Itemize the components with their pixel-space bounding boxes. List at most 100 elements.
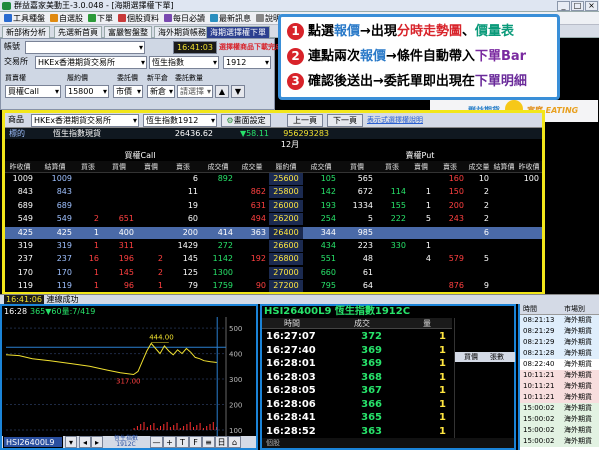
quote-cell[interactable]: 119	[5, 280, 33, 292]
quote-cell[interactable]: 48	[339, 253, 373, 265]
quote-cell[interactable]	[517, 267, 539, 279]
quote-cell[interactable]	[102, 200, 134, 212]
strike-price[interactable]: 25800	[269, 186, 303, 199]
quote-cell[interactable]: 344	[304, 227, 336, 239]
zoom-in-button[interactable]: +	[163, 436, 176, 448]
tick-mode-button[interactable]: T	[176, 436, 189, 448]
order-list-row[interactable]: 15:00:02 海外期貨	[520, 414, 599, 425]
quote-cell[interactable]: 311	[102, 240, 134, 252]
quote-cell[interactable]	[201, 200, 233, 212]
strike-price[interactable]: 26200	[269, 213, 303, 226]
order-list-row[interactable]: 08:21:13 海外期貨	[520, 315, 599, 326]
tick-row[interactable]: 16:28:03 368 1	[262, 371, 452, 384]
order-list-row[interactable]: 10:11:21 海外期貨	[520, 381, 599, 392]
strike-price[interactable]: 26400	[269, 226, 303, 239]
quote-cell[interactable]: 892	[201, 173, 233, 185]
quote-cell[interactable]: 200	[166, 227, 198, 239]
quote-cell[interactable]: 5	[467, 253, 489, 265]
quote-cell[interactable]: 2	[467, 200, 489, 212]
quote-row[interactable]: 549 549 2 651 60 494 26200 254 5 222 5 243 2	[5, 213, 542, 226]
order-list-row[interactable]: 08:21:29 海外期貨	[520, 326, 599, 337]
quote-cell[interactable]	[492, 200, 514, 212]
quote-cell[interactable]: 2	[137, 267, 163, 279]
order-list-row[interactable]: 10:11:21 海外期貨	[520, 392, 599, 403]
quote-cell[interactable]	[492, 213, 514, 225]
qty-select[interactable]: 請選擇	[177, 85, 213, 98]
quote-cell[interactable]	[102, 173, 134, 185]
tick-row[interactable]: 16:28:01 369 1	[262, 357, 452, 370]
home-button[interactable]: ⌂	[228, 436, 241, 448]
quote-cell[interactable]: 200	[434, 200, 464, 212]
quote-cell[interactable]: 1142	[201, 253, 233, 265]
quote-exchange-select[interactable]: HKEx香港期貨交易所	[31, 114, 139, 127]
tick-row[interactable]: 16:27:40 369 1	[262, 344, 452, 357]
quote-cell[interactable]: 551	[304, 253, 336, 265]
quote-cell[interactable]: 254	[304, 213, 336, 225]
symbol-dropdown[interactable]: ▾	[65, 436, 77, 448]
quote-cell[interactable]: 170	[5, 267, 33, 279]
product-select[interactable]: 恆生指數	[149, 56, 219, 69]
quote-cell[interactable]	[434, 240, 464, 252]
quote-cell[interactable]: 651	[102, 213, 134, 225]
quote-cell[interactable]: 876	[434, 280, 464, 292]
quote-row[interactable]: 119 119 1 96 1 79 1759 90 27200 795 64 876 9	[5, 280, 542, 293]
quote-cell[interactable]: 565	[339, 173, 373, 185]
quote-cell[interactable]: 1	[75, 240, 99, 252]
quote-cell[interactable]: 549	[36, 213, 72, 225]
next-symbol-button[interactable]: ▸	[91, 436, 103, 448]
quote-cell[interactable]: 363	[236, 227, 266, 239]
quote-cell[interactable]: 1759	[201, 280, 233, 292]
quote-cell[interactable]	[517, 200, 539, 212]
quote-cell[interactable]	[376, 227, 406, 239]
tick-row[interactable]: 16:28:05 367 1	[262, 384, 452, 397]
strike-price[interactable]: 25600	[269, 173, 303, 185]
quote-cell[interactable]: 330	[376, 240, 406, 252]
quote-cell[interactable]: 843	[5, 186, 33, 198]
quote-cell[interactable]	[201, 213, 233, 225]
quote-cell[interactable]: 9	[467, 280, 489, 292]
menu-item-2[interactable]: 下單	[86, 12, 115, 25]
quote-cell[interactable]	[376, 267, 406, 279]
quote-cell[interactable]: 400	[102, 227, 134, 239]
quote-cell[interactable]	[517, 186, 539, 198]
exchange-select[interactable]: HKEx香港期貨交易所	[35, 56, 147, 69]
quote-cell[interactable]: 196	[102, 253, 134, 265]
quote-cell[interactable]: 193	[304, 200, 336, 212]
order-list-row[interactable]: 08:21:29 海外期貨	[520, 337, 599, 348]
quote-cell[interactable]	[236, 240, 266, 252]
quote-cell[interactable]: 843	[36, 186, 72, 198]
quote-cell[interactable]: 4	[409, 253, 431, 265]
quote-cell[interactable]	[75, 173, 99, 185]
quote-cell[interactable]: 2	[467, 186, 489, 198]
quote-cell[interactable]	[492, 267, 514, 279]
tab-options-order[interactable]: 海期選擇權下單	[206, 26, 270, 38]
quote-cell[interactable]	[517, 240, 539, 252]
options-help-link[interactable]: 表示式選擇權說明	[367, 114, 423, 126]
quote-cell[interactable]: 434	[304, 240, 336, 252]
quote-cell[interactable]: 145	[102, 267, 134, 279]
quote-cell[interactable]: 237	[36, 253, 72, 265]
quote-cell[interactable]: 64	[339, 280, 373, 292]
quote-cell[interactable]	[376, 253, 406, 265]
quote-cell[interactable]	[409, 173, 431, 185]
tick-row[interactable]: 16:28:52 363 1	[262, 425, 452, 438]
quote-cell[interactable]	[434, 227, 464, 239]
quote-cell[interactable]: 192	[236, 253, 266, 265]
quote-cell[interactable]: 1009	[36, 173, 72, 185]
quote-cell[interactable]: 319	[36, 240, 72, 252]
strike-select[interactable]: 15800	[65, 85, 109, 98]
quote-cell[interactable]: 125	[166, 267, 198, 279]
quote-cell[interactable]	[492, 227, 514, 239]
qty-down-button[interactable]: ▼	[231, 85, 245, 98]
quote-cell[interactable]: 862	[236, 186, 266, 198]
order-list-row[interactable]: 10:11:21 海外期貨	[520, 370, 599, 381]
quote-cell[interactable]: 689	[5, 200, 33, 212]
quote-product-select[interactable]: 恆生指數1912	[143, 114, 217, 127]
quote-cell[interactable]: 1	[75, 227, 99, 239]
quote-cell[interactable]: 494	[236, 213, 266, 225]
menu-item-3[interactable]: 個股資料	[116, 12, 161, 25]
tick-row[interactable]: 16:27:07 372 1	[262, 330, 452, 343]
quote-cell[interactable]	[467, 240, 489, 252]
quote-cell[interactable]: 672	[339, 186, 373, 198]
quote-cell[interactable]: 1	[137, 280, 163, 292]
